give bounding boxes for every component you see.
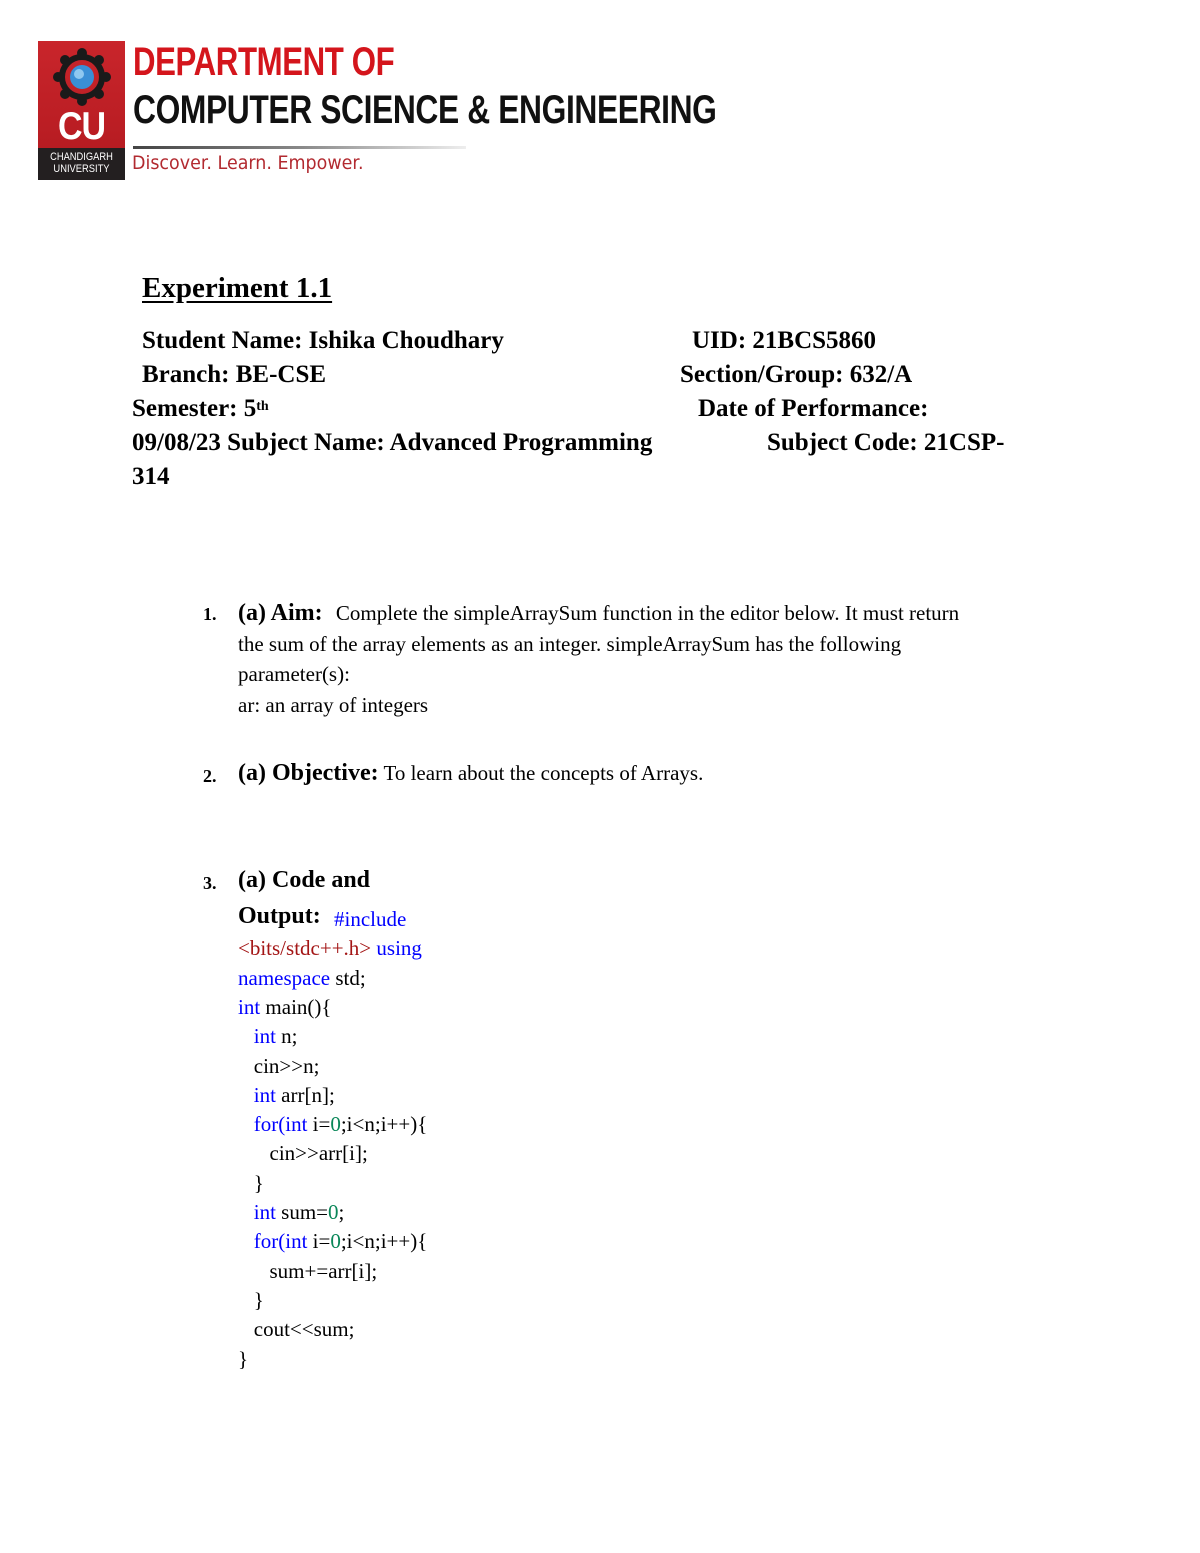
code-label-line1: (a) Code and [238, 867, 371, 893]
university-logo: CU CHANDIGARH UNIVERSITY [38, 41, 125, 180]
code-token: cout<<sum; [238, 1317, 355, 1342]
aim-text-line1: Complete the simpleArraySum function in … [335, 601, 960, 625]
code-token: #include [334, 907, 407, 931]
subject-code: Subject Code: 21CSP- [767, 429, 1005, 456]
semester-label: Semester: 5 [132, 395, 257, 422]
gear-globe-emblem-icon [53, 48, 111, 106]
objective-label: (a) Objective: [238, 760, 379, 786]
aim-text-line4: ar: an array of integers [238, 692, 429, 717]
branch: Branch: BE-CSE [142, 361, 327, 388]
code-line: sum+=arr[i]; [238, 1257, 378, 1286]
code-token: for( [253, 1112, 286, 1137]
code-line: cin>>arr[i]; [238, 1139, 368, 1168]
code-line: } [238, 1286, 264, 1315]
code-token: 0 [330, 1112, 341, 1137]
logo-university-name: CHANDIGARH UNIVERSITY [45, 151, 119, 175]
code-token: using [371, 936, 422, 961]
code-token: main(){ [260, 994, 332, 1019]
aim-text-line2: the sum of the array elements as an inte… [238, 631, 902, 656]
code-line: for(int i=0;i<n;i++){ [238, 1110, 428, 1139]
code-token: int [253, 1024, 276, 1049]
section-number: 2. [203, 766, 217, 786]
code-line: int sum=0; [238, 1198, 345, 1227]
code-line: cin>>n; [238, 1052, 320, 1081]
code-token: 0 [328, 1200, 339, 1224]
code-token: std; [330, 965, 366, 990]
code-token: ;i<n;i++){ [340, 1112, 428, 1137]
logo-monogram: CU [57, 104, 106, 149]
code-line: } [238, 1345, 248, 1374]
code-token: sum+=arr[i]; [238, 1258, 378, 1283]
subject-code-continued: 314 [132, 463, 170, 490]
code-token: } [238, 1287, 264, 1312]
code-line: int n; [238, 1022, 298, 1051]
tagline: Discover. Learn. Empower. [132, 152, 364, 174]
code-token: } [238, 1346, 249, 1371]
code-block: #include <bits/stdc++.h> using namespace s… [238, 905, 838, 1385]
code-token: namespace [238, 965, 331, 990]
code-line: int main(){ [238, 993, 331, 1022]
code-line: for(int i=0;i<n;i++){ [238, 1227, 428, 1256]
code-line: } [238, 1169, 264, 1198]
experiment-title: Experiment 1.1 [142, 272, 333, 304]
aim-label: (a) Aim: [238, 600, 323, 626]
code-token: arr[n]; [275, 1082, 335, 1107]
section-group: Section/Group: 632/A [680, 361, 913, 388]
code-token: int [238, 994, 261, 1019]
code-token: n; [275, 1024, 298, 1049]
department-heading-line2: COMPUTER SCIENCE & ENGINEERING [133, 88, 717, 132]
code-token: <bits/stdc++.h> [238, 936, 372, 961]
date-of-performance-label: Date of Performance: [698, 395, 929, 422]
code-line: int arr[n]; [238, 1081, 335, 1110]
section-number: 1. [203, 604, 217, 624]
code-token: int [285, 1112, 308, 1137]
code-token: cin>>n; [238, 1053, 320, 1078]
code-token: cin>>arr[i]; [238, 1141, 368, 1166]
section-number: 3. [203, 873, 217, 893]
code-token: } [238, 1170, 264, 1195]
code-token: i= [307, 1112, 331, 1137]
student-name: Student Name: Ishika Choudhary [142, 327, 504, 354]
logo-university-line2: UNIVERSITY [53, 163, 110, 175]
code-token: int [253, 1082, 276, 1107]
code-line: #include [334, 905, 406, 934]
code-token: i= [307, 1229, 331, 1254]
objective-text: To learn about the concepts of Arrays. [383, 761, 704, 785]
code-token: int [253, 1200, 276, 1224]
semester-suffix: th [256, 399, 269, 414]
code-token: 0 [330, 1229, 341, 1254]
header-divider [133, 146, 466, 149]
student-uid: UID: 21BCS5860 [692, 327, 877, 354]
code-token: ;i<n;i++){ [340, 1229, 428, 1254]
code-line: namespace std; [238, 964, 366, 993]
code-token: sum= [275, 1200, 329, 1224]
code-line: cout<<sum; [238, 1315, 355, 1344]
aim-section: (a) Aim: Complete the simpleArraySum fun… [238, 598, 1068, 720]
code-token: int [285, 1229, 308, 1254]
aim-text-line3: parameter(s): [238, 662, 350, 686]
logo-university-line1: CHANDIGARH [50, 151, 113, 163]
code-line: <bits/stdc++.h> using [238, 934, 422, 963]
date-and-subject-name: 09/08/23 Subject Name: Advanced Programm… [132, 429, 653, 456]
code-token: ; [338, 1200, 345, 1224]
semester: Semester: 5th [132, 394, 269, 424]
objective-section: (a) Objective: To learn about the concep… [238, 760, 703, 787]
code-token: for( [253, 1229, 286, 1254]
department-heading-line1: DEPARTMENT OF [133, 40, 395, 84]
